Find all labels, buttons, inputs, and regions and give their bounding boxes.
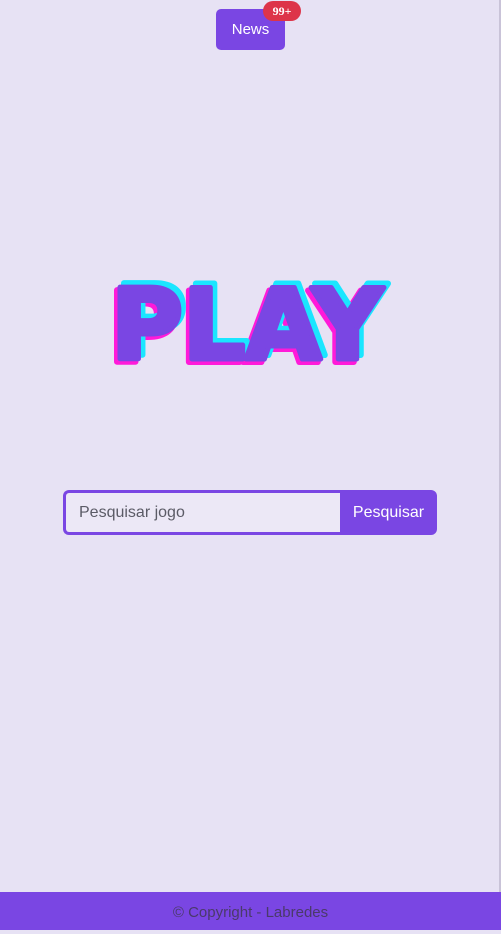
search-form: Pesquisar (63, 490, 437, 535)
notification-badge: 99+ (263, 1, 301, 21)
news-button-wrapper: News 99+ (216, 1, 301, 50)
play-logo-graphic: PLAY PLAY PLAY (105, 270, 391, 380)
logo-text: PLAY (111, 270, 384, 380)
search-button[interactable]: Pesquisar (340, 490, 437, 535)
footer-copyright: © Copyright - Labredes (0, 892, 501, 930)
play-logo: PLAY PLAY PLAY (70, 270, 420, 380)
search-input[interactable] (63, 490, 340, 535)
